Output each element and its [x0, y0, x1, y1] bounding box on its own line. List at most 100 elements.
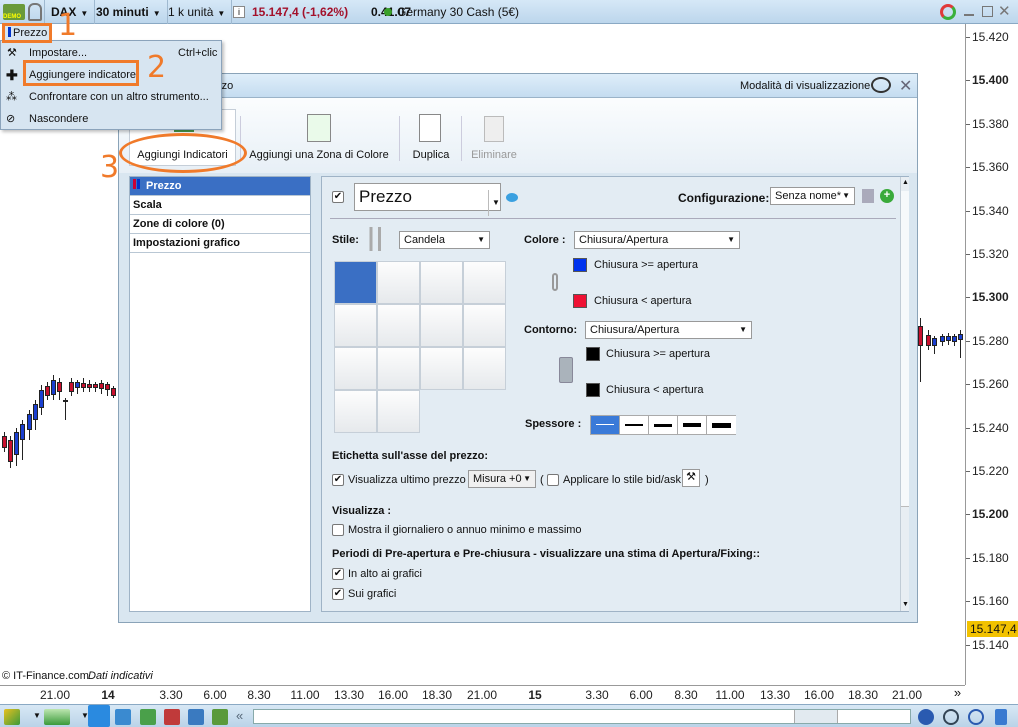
link-icon[interactable]: [559, 357, 573, 383]
menu-item-confrontare[interactable]: ⁂ Confrontare con un altro strumento...: [1, 86, 221, 108]
list-item-zone-colore[interactable]: Zone di colore (0): [130, 215, 310, 234]
show-last-price-checkbox[interactable]: ✔: [332, 474, 344, 486]
price-tick: [966, 80, 970, 82]
orderbook-icon[interactable]: [164, 709, 180, 725]
thickness-2[interactable]: [620, 416, 649, 434]
demo-icon[interactable]: DEMO: [3, 4, 25, 20]
indicator-name-select[interactable]: Prezzo ▼: [354, 183, 501, 216]
color-mode-select[interactable]: Chiusura/Apertura ▼: [574, 231, 740, 249]
symbol-selector[interactable]: DAX ▼: [44, 0, 96, 24]
thickness-1[interactable]: [591, 416, 620, 434]
comment-icon[interactable]: [506, 193, 518, 202]
dialog-title-bar[interactable]: Prezzo Modalità di visualizzazione ✕: [119, 74, 917, 98]
style-option-1[interactable]: [334, 261, 377, 304]
zoom-fit-icon[interactable]: [918, 709, 934, 725]
scrollbar-thumb[interactable]: [794, 710, 838, 723]
menu-item-nascondere[interactable]: ⊘ Nascondere: [1, 108, 221, 130]
candle-body: [2, 436, 7, 448]
price-axis[interactable]: 15.420 15.400 15.380 15.360 15.340 15.320 15.3…: [965, 24, 1018, 685]
price-series-tag[interactable]: Prezzo: [5, 26, 49, 40]
wrench-icon[interactable]: ⚒: [682, 469, 700, 487]
share-icon[interactable]: [88, 705, 110, 727]
minimize-icon[interactable]: [964, 14, 974, 16]
zoom-out-icon[interactable]: [943, 709, 959, 725]
color-zone-icon: [307, 114, 331, 142]
download-icon[interactable]: [995, 709, 1007, 725]
style-option-5[interactable]: [334, 304, 377, 347]
thickness-5[interactable]: [707, 416, 736, 434]
style-option-10[interactable]: [377, 347, 420, 390]
style-option-12[interactable]: [463, 347, 506, 390]
price-tick: [966, 514, 970, 516]
save-icon[interactable]: [862, 189, 874, 203]
timeframe-selector[interactable]: 30 minuti ▼: [90, 0, 168, 24]
outline-down-swatch[interactable]: [586, 383, 600, 397]
duplicate-button[interactable]: Duplica: [409, 98, 453, 173]
bid-ask-checkbox[interactable]: [547, 474, 559, 486]
maximize-icon[interactable]: [982, 6, 993, 17]
refresh-icon[interactable]: [940, 4, 956, 20]
menu-item-impostare[interactable]: ⚒ Impostare... Ctrl+clic: [1, 42, 221, 64]
list-item-impostazioni-grafico[interactable]: Impostazioni grafico: [130, 234, 310, 253]
info-icon[interactable]: i: [233, 6, 245, 18]
windows-icon[interactable]: [188, 709, 204, 725]
horizontal-scrollbar[interactable]: [253, 709, 911, 724]
scroll-up-icon[interactable]: ▲: [902, 179, 909, 186]
wrench-icon: ⚒: [7, 47, 17, 59]
configuration-select[interactable]: Senza nome* ▼: [770, 187, 855, 205]
style-option-9[interactable]: [334, 347, 377, 390]
top-charts-checkbox[interactable]: ✔: [332, 568, 344, 580]
indicators-icon[interactable]: [44, 709, 70, 725]
style-option-8[interactable]: [463, 304, 506, 347]
close-icon[interactable]: ✕: [899, 76, 912, 96]
units-selector[interactable]: 1 k unità ▼: [162, 0, 233, 24]
comment-icon[interactable]: [115, 709, 131, 725]
scroll-right-more[interactable]: »: [950, 685, 965, 704]
time-axis[interactable]: 21.00 14 3.30 6.00 8.30 11.00 13.30 16.00 18.30 2…: [0, 685, 965, 704]
price-tick: [966, 123, 970, 125]
style-option-14[interactable]: [377, 390, 420, 433]
list-item-prezzo[interactable]: Prezzo: [130, 177, 310, 196]
outline-up-swatch[interactable]: [586, 347, 600, 361]
style-option-6[interactable]: [377, 304, 420, 347]
chevron-down-icon[interactable]: ▼: [33, 711, 41, 720]
time-label: 21.00: [39, 688, 71, 702]
thickness-4[interactable]: [678, 416, 707, 434]
menu-item-aggiungere-indicatore[interactable]: ✚ Aggiungere indicatore.: [1, 64, 221, 86]
style-option-13[interactable]: [334, 390, 377, 433]
settings-icon[interactable]: [212, 709, 228, 725]
thickness-3[interactable]: [649, 416, 678, 434]
close-icon[interactable]: ✕: [998, 2, 1011, 20]
outline-mode-select[interactable]: Chiusura/Apertura ▼: [585, 321, 752, 339]
style-option-7[interactable]: [420, 304, 463, 347]
style-option-3[interactable]: [420, 261, 463, 304]
style-option-2[interactable]: [377, 261, 420, 304]
pin-icon[interactable]: [28, 3, 42, 21]
scrollbar-thumb[interactable]: [901, 191, 909, 507]
list-icon[interactable]: [140, 709, 156, 725]
scroll-down-icon[interactable]: ▼: [902, 601, 909, 608]
visible-checkbox[interactable]: ✔: [332, 191, 344, 203]
style-option-11[interactable]: [420, 347, 463, 390]
list-item-scala[interactable]: Scala: [130, 196, 310, 215]
style-option-4[interactable]: [463, 261, 506, 304]
delete-button[interactable]: Eliminare: [471, 98, 517, 173]
color-down-swatch[interactable]: [573, 294, 587, 308]
candle-body: [81, 383, 86, 388]
add-config-icon[interactable]: +: [880, 189, 894, 203]
on-charts-checkbox[interactable]: ✔: [332, 588, 344, 600]
show-minmax-checkbox[interactable]: [332, 524, 344, 536]
link-icon[interactable]: [552, 273, 558, 291]
price-label: 15.380: [972, 116, 1009, 131]
chevron-down-icon: ▼: [488, 190, 500, 216]
color-up-swatch[interactable]: [573, 258, 587, 272]
zoom-in-icon[interactable]: [968, 709, 984, 725]
price-tick: [966, 427, 970, 429]
view-mode-icon[interactable]: [871, 77, 891, 93]
price-tick: [966, 557, 970, 559]
size-select[interactable]: Misura +0 ▼: [468, 470, 536, 488]
style-select[interactable]: Candela ▼: [399, 231, 490, 249]
add-color-zone-button[interactable]: Aggiungi una Zona di Colore: [249, 98, 389, 173]
vertical-scrollbar[interactable]: ▲ ▼: [900, 177, 909, 611]
drawing-tools-icon[interactable]: [4, 709, 20, 725]
